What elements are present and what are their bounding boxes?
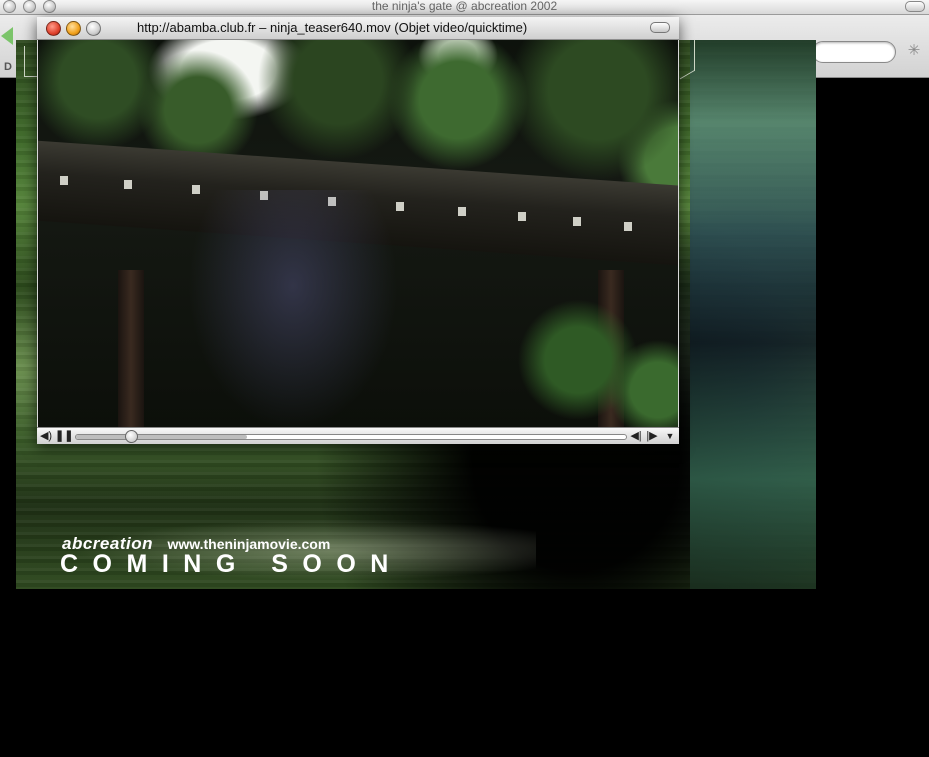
roof-lantern xyxy=(60,176,68,185)
pause-icon[interactable]: ❚❚ xyxy=(55,428,73,444)
step-back-icon[interactable]: ◀| xyxy=(629,428,643,444)
movie-controller: ◀) ❚❚ ◀| |▶ ▼ xyxy=(37,427,679,444)
back-arrow-icon[interactable] xyxy=(1,27,13,45)
roof-lantern xyxy=(573,217,581,226)
browser-titlebar[interactable]: the ninja's gate @ abcreation 2002 xyxy=(0,0,929,15)
temple-pillar xyxy=(118,270,144,427)
roof-lantern xyxy=(124,180,132,189)
video-frame[interactable] xyxy=(38,40,678,427)
close-button[interactable] xyxy=(46,21,61,36)
roof-lantern xyxy=(624,222,632,231)
playhead-thumb[interactable] xyxy=(125,430,138,443)
coming-soon-tagline: COMING SOON xyxy=(60,550,403,578)
browser-toolbar-toggle-button[interactable] xyxy=(905,1,925,12)
screen: the ninja's gate @ abcreation 2002 ✳ D a… xyxy=(0,0,929,757)
step-forward-icon[interactable]: |▶ xyxy=(645,428,659,444)
movie-background-blur xyxy=(690,40,816,589)
zoom-button[interactable] xyxy=(86,21,101,36)
browser-window-title: the ninja's gate @ abcreation 2002 xyxy=(371,0,558,13)
loading-spinner-icon: ✳ xyxy=(907,42,921,59)
download-progress xyxy=(76,435,247,439)
roof-lantern xyxy=(458,207,466,216)
time-slider[interactable] xyxy=(75,430,627,443)
toolbar-label: D xyxy=(4,61,12,73)
video-foliage xyxy=(518,300,678,427)
disclosure-triangle-icon[interactable]: ▼ xyxy=(663,428,677,444)
player-titlebar[interactable]: http://abamba.club.fr – ninja_teaser640.… xyxy=(37,17,679,40)
roof-lantern xyxy=(518,212,526,221)
search-input[interactable] xyxy=(812,41,896,63)
player-window-title: http://abamba.club.fr – ninja_teaser640.… xyxy=(137,20,528,35)
toolbar-toggle-button[interactable] xyxy=(650,22,670,33)
video-motion-blur xyxy=(188,190,398,427)
quicktime-player-window: http://abamba.club.fr – ninja_teaser640.… xyxy=(37,17,679,444)
speaker-icon[interactable]: ◀) xyxy=(39,428,53,444)
minimize-button[interactable] xyxy=(66,21,81,36)
